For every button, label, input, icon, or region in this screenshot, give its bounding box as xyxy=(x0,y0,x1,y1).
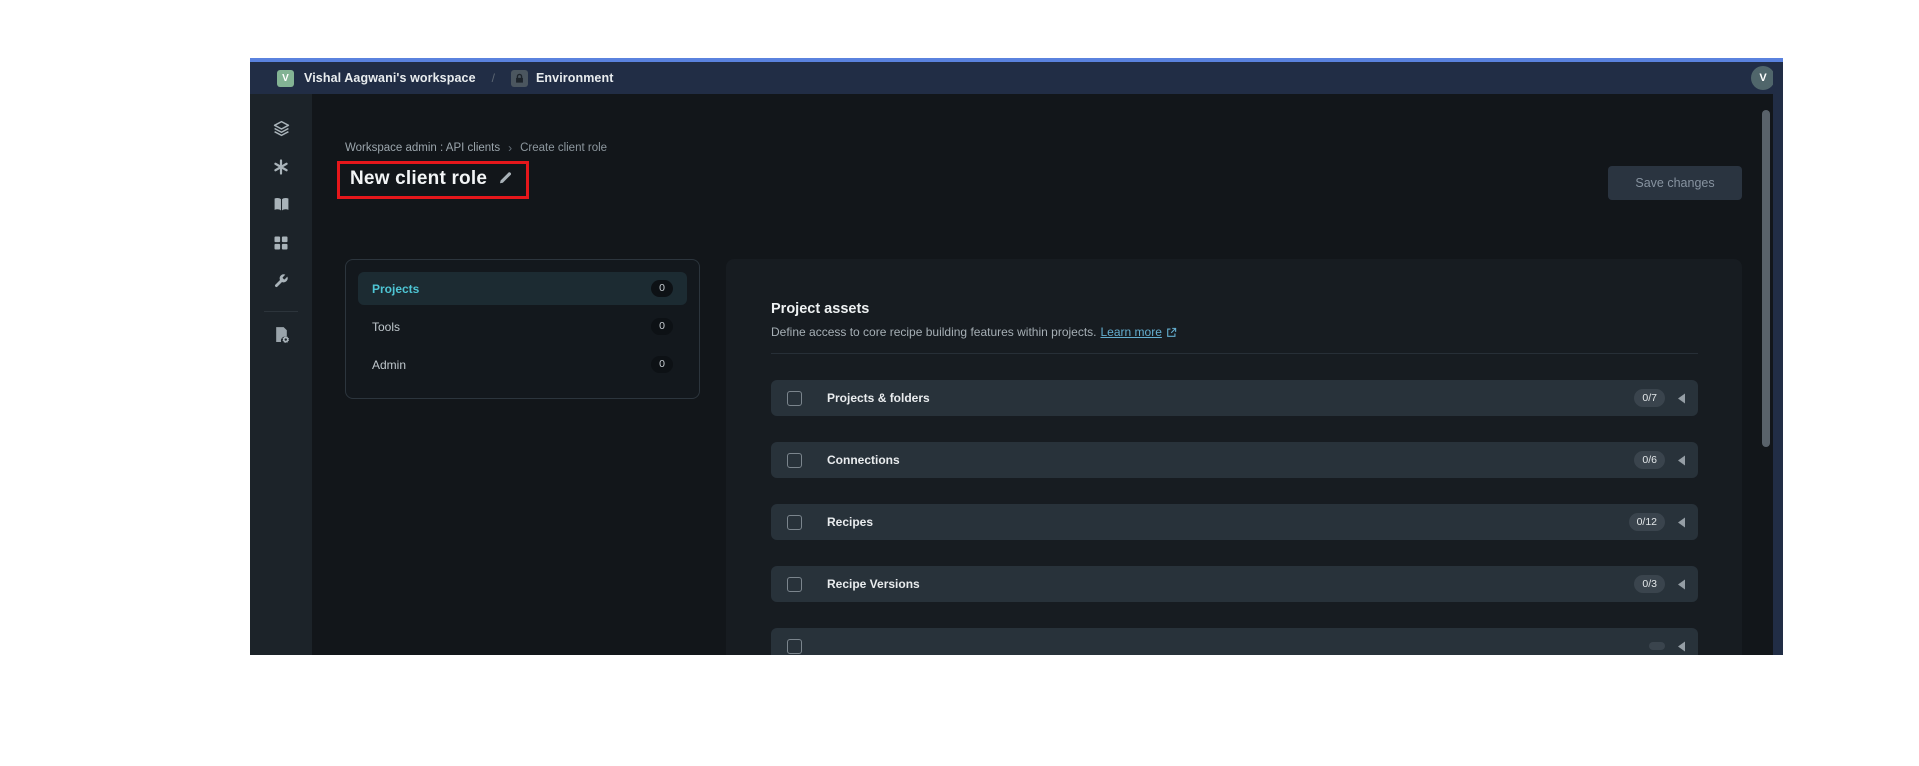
tab-tools[interactable]: Tools 0 xyxy=(358,310,687,343)
breadcrumb-parent[interactable]: Workspace admin : API clients xyxy=(345,142,500,154)
app-window: V Vishal Aagwani's workspace / Environme… xyxy=(250,58,1783,655)
project-assets-panel: Project assets Define access to core rec… xyxy=(726,259,1742,655)
sidebar-item-tools[interactable] xyxy=(273,272,290,289)
library-book-icon xyxy=(274,198,288,211)
edit-pencil-icon[interactable] xyxy=(498,172,512,186)
lock-icon xyxy=(516,73,523,83)
breadcrumb-current: Create client role xyxy=(520,142,608,154)
permission-row-projects-folders[interactable]: Projects & folders 0/7 xyxy=(771,380,1698,416)
asterisk-icon xyxy=(274,158,288,175)
chevron-left-icon[interactable] xyxy=(1677,517,1686,528)
workspace-badge[interactable]: V xyxy=(277,69,294,87)
permission-row-partial[interactable] xyxy=(771,628,1698,655)
page-title: New client role xyxy=(350,168,488,189)
permission-count-badge: 0/12 xyxy=(1628,512,1665,532)
permission-label: Connections xyxy=(827,453,900,467)
main-content: Workspace admin : API clients › Create c… xyxy=(312,94,1759,655)
environment-lock-badge[interactable] xyxy=(510,69,528,87)
checkbox[interactable] xyxy=(787,576,802,592)
chevron-left-icon[interactable] xyxy=(1677,455,1686,466)
panel-description: Define access to core recipe building fe… xyxy=(771,325,1698,339)
checkbox[interactable] xyxy=(787,514,802,530)
permission-count-badge: 0/7 xyxy=(1634,388,1665,408)
permission-label: Projects & folders xyxy=(827,391,930,405)
permission-row-recipe-versions[interactable]: Recipe Versions 0/3 xyxy=(771,566,1698,602)
sidebar-item-library[interactable] xyxy=(273,196,290,213)
permission-count-badge: 0/6 xyxy=(1634,450,1665,470)
tab-label: Tools xyxy=(372,319,401,334)
avatar-initial: V xyxy=(1759,72,1767,84)
user-avatar[interactable]: V xyxy=(1751,66,1775,90)
tab-count-badge: 0 xyxy=(651,356,673,373)
permission-count-badge xyxy=(1649,642,1665,650)
tab-label: Projects xyxy=(372,281,420,296)
permission-label: Recipe Versions xyxy=(827,577,920,591)
chevron-left-icon[interactable] xyxy=(1677,393,1686,404)
dashboard-grid-icon xyxy=(274,236,288,249)
admin-file-gear-icon xyxy=(275,327,289,343)
breadcrumb: Workspace admin : API clients › Create c… xyxy=(345,141,607,155)
breadcrumb-separator: › xyxy=(508,141,513,155)
workspace-name[interactable]: Vishal Aagwani's workspace xyxy=(304,71,476,85)
learn-more-link[interactable]: Learn more xyxy=(1101,325,1177,339)
checkbox[interactable] xyxy=(787,638,802,654)
permission-row-recipes[interactable]: Recipes 0/12 xyxy=(771,504,1698,540)
vertical-scrollbar[interactable] xyxy=(1762,110,1770,447)
tools-wrench-icon xyxy=(274,273,288,287)
chevron-left-icon[interactable] xyxy=(1677,641,1686,652)
panel-heading: Project assets xyxy=(771,301,870,317)
tab-count-badge: 0 xyxy=(651,280,673,297)
title-annotation-box: New client role xyxy=(337,161,530,199)
tab-count-badge: 0 xyxy=(651,318,673,335)
panel-divider xyxy=(771,353,1698,354)
checkbox[interactable] xyxy=(787,390,802,406)
tab-projects[interactable]: Projects 0 xyxy=(358,272,687,305)
sidebar-divider xyxy=(264,311,298,312)
learn-more-label: Learn more xyxy=(1100,325,1162,339)
sidebar-item-projects[interactable] xyxy=(273,120,290,137)
panel-description-text: Define access to core recipe building fe… xyxy=(771,325,1097,339)
checkbox[interactable] xyxy=(787,452,802,468)
permission-row-connections[interactable]: Connections 0/6 xyxy=(771,442,1698,478)
left-nav-sidebar xyxy=(250,94,312,655)
layers-stack-icon xyxy=(273,120,289,137)
workspace-initial: V xyxy=(282,72,289,84)
topbar-separator: / xyxy=(491,71,495,85)
permission-count-badge: 0/3 xyxy=(1634,574,1665,594)
sidebar-item-dashboard[interactable] xyxy=(273,234,290,251)
sidebar-item-recipes[interactable] xyxy=(273,158,290,175)
tab-admin[interactable]: Admin 0 xyxy=(358,348,687,381)
chevron-left-icon[interactable] xyxy=(1677,579,1686,590)
environment-name[interactable]: Environment xyxy=(536,71,614,85)
external-link-icon xyxy=(1167,327,1177,337)
top-bar: V Vishal Aagwani's workspace / Environme… xyxy=(250,62,1783,94)
sidebar-item-workspace-admin[interactable] xyxy=(273,326,290,343)
tab-label: Admin xyxy=(372,357,407,372)
save-changes-button[interactable]: Save changes xyxy=(1608,166,1742,200)
asset-category-tabs: Projects 0 Tools 0 Admin 0 xyxy=(345,259,700,399)
window-right-edge-strip xyxy=(1773,62,1783,655)
permission-label: Recipes xyxy=(827,515,874,529)
